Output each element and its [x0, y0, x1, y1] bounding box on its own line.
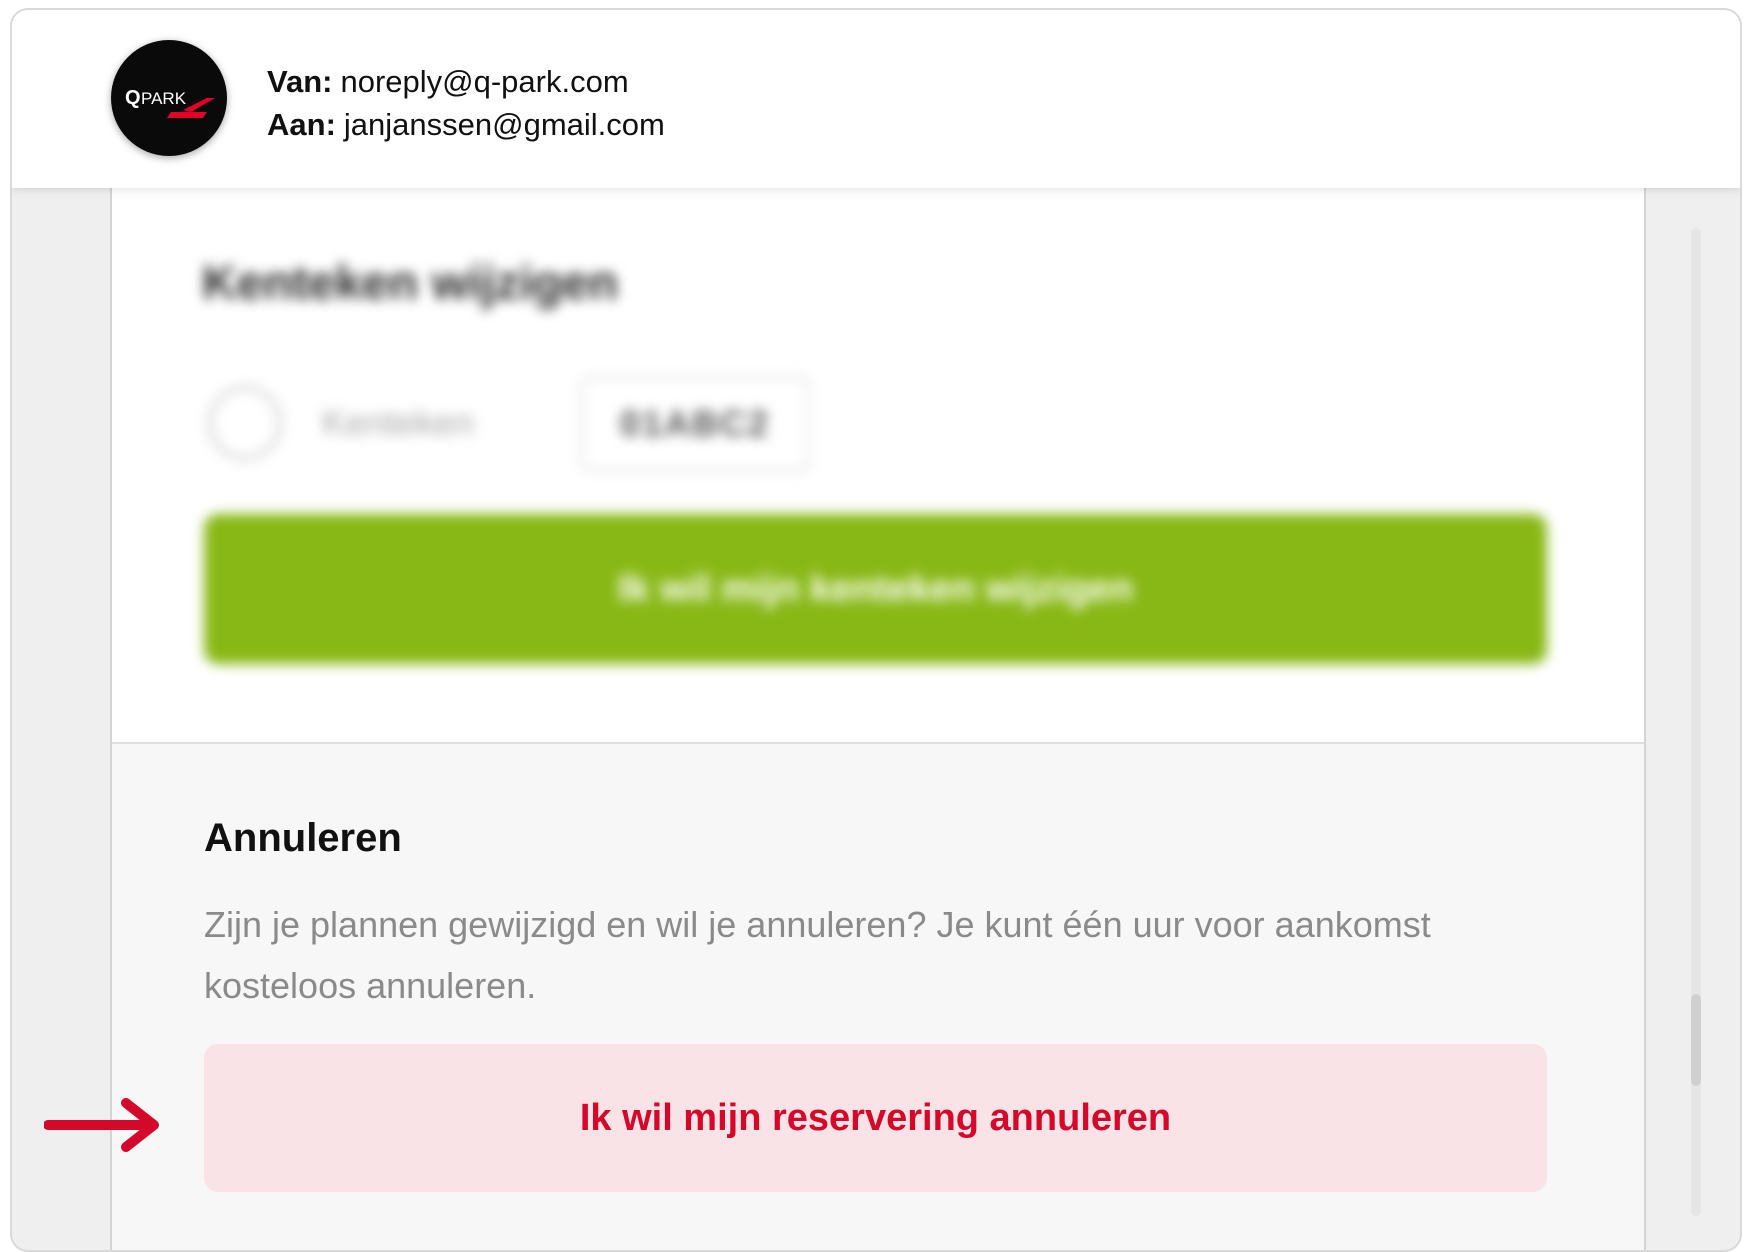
cancel-description: Zijn je plannen gewijzigd en wil je annu…	[204, 904, 1431, 1006]
arrow-right-icon	[43, 1095, 170, 1160]
from-label: Van:	[267, 64, 333, 99]
email-header: Q PARK Van: noreply@q-park.com Aan: janjan…	[12, 10, 1740, 188]
to-row: Aan: janjanssen@gmail.com	[267, 103, 665, 146]
qpark-logo: Q PARK	[111, 40, 227, 156]
plate-section: Kenteken wijzigen Kenteken 01ABC2 Ik wil…	[112, 188, 1644, 740]
from-row: Van: noreply@q-park.com	[267, 60, 665, 103]
plate-label: Kenteken	[322, 402, 475, 443]
from-address: noreply@q-park.com	[340, 64, 629, 99]
email-window: Q PARK Van: noreply@q-park.com Aan: janjan…	[10, 8, 1742, 1252]
cancel-section: Annuleren Zijn je plannen gewijzigd en w…	[112, 742, 1644, 1250]
cancel-heading: Annuleren	[204, 816, 402, 860]
svg-text:PARK: PARK	[141, 89, 187, 108]
to-label: Aan:	[267, 107, 336, 142]
svg-text:Q: Q	[125, 87, 141, 109]
plate-field[interactable]: 01ABC2	[580, 376, 810, 472]
to-address: janjanssen@gmail.com	[343, 107, 665, 142]
car-icon	[208, 386, 282, 460]
email-body: Kenteken wijzigen Kenteken 01ABC2 Ik wil…	[110, 188, 1646, 1250]
cancel-reservation-button[interactable]: Ik wil mijn reservering annuleren	[204, 1044, 1547, 1192]
sender-recipient: Van: noreply@q-park.com Aan: janjanssen@gm…	[267, 60, 665, 146]
scrollbar-thumb[interactable]	[1691, 994, 1701, 1086]
change-plate-button[interactable]: Ik wil mijn kenteken wijzigen	[204, 514, 1547, 664]
plate-section-title: Kenteken wijzigen	[202, 257, 619, 310]
